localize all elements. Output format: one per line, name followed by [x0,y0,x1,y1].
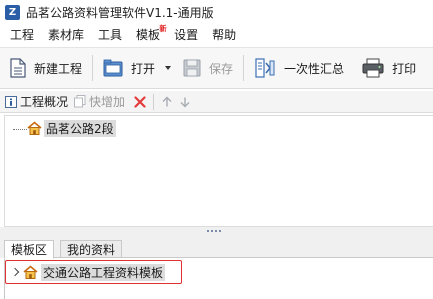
menu-tools[interactable]: 工具 [91,24,129,46]
project-tree: 品茗公路2段 [4,115,433,227]
chevron-right-icon[interactable] [10,267,20,277]
quick-add-button[interactable]: 快增加 [71,91,128,113]
new-badge: 新 [159,24,167,33]
house-icon [27,121,42,135]
arrow-up-icon [161,96,173,108]
menu-help[interactable]: 帮助 [205,24,243,46]
save-disk-icon [183,59,201,77]
delete-button[interactable] [128,91,149,113]
tree-node-project[interactable]: 品茗公路2段 [13,119,116,137]
tree-node-label: 交通公路工程资料模板 [41,263,166,281]
tree-connector [13,128,27,130]
title-bar: Z 品茗公路资料管理软件V1.1-通用版 [0,0,433,24]
project-overview-label: 工程概况 [20,95,69,109]
copy-icon [74,95,86,108]
arrow-down-icon [179,96,191,108]
save-label: 保存 [209,61,234,76]
menu-template[interactable]: 模板新 [129,24,167,46]
new-project-label: 新建工程 [34,61,83,76]
toolbar-divider [92,55,94,81]
move-down-button[interactable] [176,91,194,113]
tree-node-label: 品茗公路2段 [44,119,116,137]
open-button[interactable]: 打开 [97,51,177,85]
menu-project[interactable]: 工程 [0,24,41,46]
panel-toolbar-divider [153,93,155,110]
bottom-tab-strip: 模板区 我的资料 [0,237,433,259]
print-button[interactable]: 打印 [350,51,422,85]
new-project-button[interactable]: 新建工程 [0,51,88,85]
open-label: 打开 [131,61,156,76]
splitter-grip-icon [207,230,221,232]
summary-label: 一次性汇总 [284,61,345,76]
menu-settings[interactable]: 设置 [167,24,205,46]
toolbar-divider [243,55,245,81]
open-folder-icon [103,59,123,77]
panel-splitter[interactable] [0,227,433,237]
house-icon [23,265,38,279]
app-icon: Z [5,4,20,20]
menu-bar: 工程 素材库 工具 模板新 设置 帮助 [0,24,433,46]
tree-node-template[interactable]: 交通公路工程资料模板 [5,260,182,284]
save-button[interactable]: 保存 [177,51,239,85]
delete-x-icon [134,95,146,108]
main-toolbar: 新建工程 打开 保存 一次性汇总 打印 [0,47,433,89]
menu-material-library[interactable]: 素材库 [41,24,91,46]
summary-button[interactable]: 一次性汇总 [248,51,350,85]
chevron-down-icon[interactable] [165,66,172,70]
printer-icon [362,58,384,78]
quick-add-label: 快增加 [89,95,126,109]
project-overview-button[interactable]: 工程概况 [0,91,71,113]
new-document-icon [10,58,26,78]
template-tree: 交通公路工程资料模板 [4,257,433,299]
window-title: 品茗公路资料管理软件V1.1-通用版 [26,5,214,20]
summary-icon [254,57,276,79]
tab-template-area[interactable]: 模板区 [4,240,55,259]
print-label: 打印 [392,61,417,76]
move-up-button[interactable] [158,91,176,113]
info-icon [5,95,17,108]
project-panel-toolbar: 工程概况 快增加 [0,91,433,113]
